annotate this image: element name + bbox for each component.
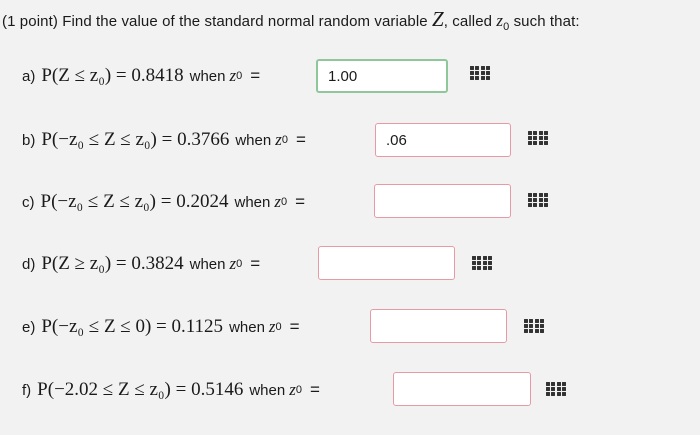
when-text: when <box>229 318 265 336</box>
when-text: when <box>235 131 272 149</box>
grid-keypad-icon[interactable] <box>472 256 492 270</box>
answer-input-e[interactable] <box>370 309 507 343</box>
z-subscript: 0 <box>280 196 288 208</box>
question-expression: P(−2.02 ≤ Z ≤ z₀) = 0.5146 <box>37 379 244 400</box>
equals-sign: = <box>295 130 306 149</box>
equals-sign: = <box>289 317 300 336</box>
z-symbol: z <box>289 380 296 399</box>
answer-input-c[interactable] <box>374 184 511 218</box>
z-subscript: 0 <box>281 134 288 146</box>
z-subscript: 0 <box>236 258 243 270</box>
question-expression: P(−z₀ ≤ Z ≤ z₀) = 0.3766 <box>41 129 230 150</box>
question-label: a) <box>22 67 36 85</box>
header-prefix: (1 point) Find the value of the standard… <box>2 13 432 30</box>
question-row-e: e) P(−z₀ ≤ Z ≤ 0) = 0.1125 when z0 = <box>22 307 300 347</box>
equals-sign: = <box>250 66 261 85</box>
equals-sign: = <box>250 254 261 273</box>
header-var-Z: Z <box>431 7 444 31</box>
z-symbol: z <box>274 192 281 211</box>
question-row-c: c) P(−z₀ ≤ Z ≤ z₀) = 0.2024 when z0 = <box>22 182 305 222</box>
question-row-b: b) P(−z₀ ≤ Z ≤ z₀) = 0.3766 when z0 = <box>22 120 306 160</box>
z-symbol: z <box>268 317 276 336</box>
when-text: when <box>189 67 226 85</box>
equals-sign: = <box>309 380 320 399</box>
z-symbol: z <box>275 130 282 149</box>
answer-input-f[interactable] <box>393 372 531 406</box>
question-row-d: d) P(Z ≥ z₀) = 0.3824 when z0 = <box>22 244 260 284</box>
question-label: c) <box>22 193 35 211</box>
z-subscript: 0 <box>295 384 302 396</box>
question-expression: P(Z ≤ z₀) = 0.8418 <box>41 65 184 86</box>
grid-keypad-icon[interactable] <box>524 319 544 333</box>
question-label: b) <box>22 131 36 149</box>
question-expression: P(−z₀ ≤ Z ≤ 0) = 0.1125 <box>41 316 224 337</box>
z-symbol: z <box>229 66 237 85</box>
question-row-f: f) P(−2.02 ≤ Z ≤ z₀) = 0.5146 when z0 = <box>22 370 320 410</box>
question-expression: P(Z ≥ z₀) = 0.3824 <box>41 253 184 274</box>
answer-input-a[interactable]: 1.00 <box>316 59 448 93</box>
header-suffix: such that: <box>509 13 580 30</box>
header-mid: , called <box>443 13 497 30</box>
question-row-a: a) P(Z ≤ z₀) = 0.8418 when z0 = <box>22 56 260 96</box>
when-text: when <box>189 255 226 273</box>
grid-keypad-icon[interactable] <box>528 131 548 145</box>
question-expression: P(−z₀ ≤ Z ≤ z₀) = 0.2024 <box>40 191 229 212</box>
question-label: d) <box>22 255 36 273</box>
answer-input-b[interactable]: .06 <box>375 123 511 157</box>
z-subscript: 0 <box>275 321 282 333</box>
question-label: e) <box>22 318 36 336</box>
z-subscript: 0 <box>236 70 243 82</box>
problem-header: (1 point) Find the value of the standard… <box>2 7 580 33</box>
equals-sign: = <box>295 192 306 211</box>
grid-keypad-icon[interactable] <box>528 193 548 207</box>
grid-keypad-icon[interactable] <box>470 66 490 80</box>
question-label: f) <box>22 381 32 399</box>
when-text: when <box>249 381 286 399</box>
when-text: when <box>234 193 271 211</box>
answer-input-d[interactable] <box>318 246 455 280</box>
z-symbol: z <box>229 254 237 273</box>
grid-keypad-icon[interactable] <box>546 382 566 396</box>
